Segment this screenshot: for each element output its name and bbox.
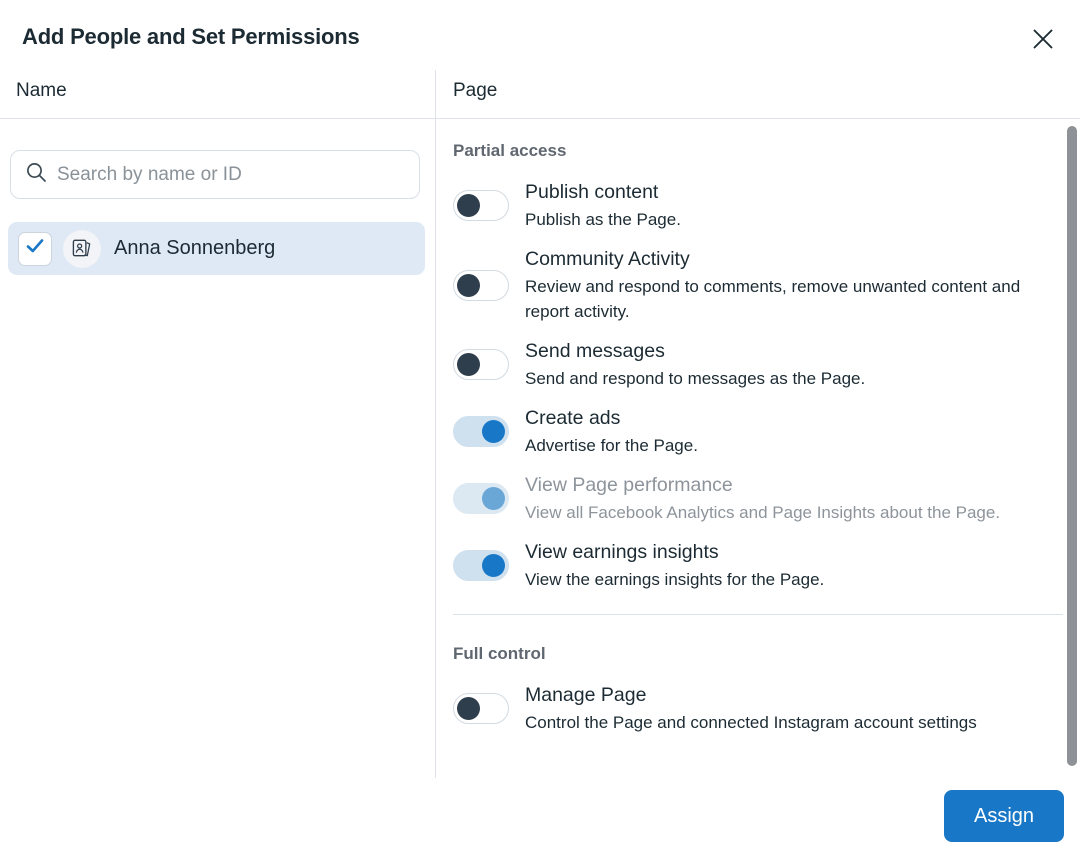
permission-description: View all Facebook Analytics and Page Ins… bbox=[525, 500, 1062, 525]
toggle-community-activity[interactable] bbox=[453, 270, 509, 301]
toggle-view-earnings-insights[interactable] bbox=[453, 550, 509, 581]
search-box[interactable] bbox=[10, 150, 420, 199]
search-icon bbox=[25, 161, 47, 188]
toggle-knob bbox=[457, 353, 480, 376]
page-title: Add People and Set Permissions bbox=[22, 24, 360, 50]
close-icon bbox=[1032, 28, 1054, 50]
permission-text: View Page performance View all Facebook … bbox=[525, 472, 1080, 525]
toggle-knob bbox=[482, 420, 505, 443]
toggle-send-messages[interactable] bbox=[453, 349, 509, 380]
section-title-partial-access: Partial access bbox=[436, 141, 1080, 161]
permission-text: Create ads Advertise for the Page. bbox=[525, 405, 1080, 458]
permission-label: Publish content bbox=[525, 179, 1062, 206]
dialog-footer: Assign bbox=[0, 778, 1080, 863]
permission-label: View earnings insights bbox=[525, 539, 1062, 566]
permission-description: Send and respond to messages as the Page… bbox=[525, 366, 1062, 391]
permission-description: Review and respond to comments, remove u… bbox=[525, 274, 1062, 324]
permission-description: Publish as the Page. bbox=[525, 207, 1062, 232]
toggle-knob bbox=[457, 194, 480, 217]
permission-text: Community Activity Review and respond to… bbox=[525, 246, 1080, 324]
permissions-panel: Partial access Publish content Publish a… bbox=[436, 119, 1080, 778]
person-checkbox[interactable] bbox=[18, 232, 52, 266]
column-headers: Name Page bbox=[0, 70, 1080, 118]
column-header-page: Page bbox=[453, 80, 497, 102]
permission-text: Publish content Publish as the Page. bbox=[525, 179, 1080, 232]
search-input[interactable] bbox=[57, 164, 405, 186]
permission-text: Manage Page Control the Page and connect… bbox=[525, 682, 1080, 735]
permission-label: Community Activity bbox=[525, 246, 1062, 273]
permission-description: Advertise for the Page. bbox=[525, 433, 1062, 458]
toggle-knob bbox=[482, 554, 505, 577]
full-control-list: Manage Page Control the Page and connect… bbox=[436, 675, 1080, 742]
permissions-scroll-content: Partial access Publish content Publish a… bbox=[436, 119, 1080, 742]
assign-button[interactable]: Assign bbox=[944, 790, 1064, 842]
permission-label: Send messages bbox=[525, 338, 1062, 365]
permission-row-community-activity: Community Activity Review and respond to… bbox=[453, 239, 1080, 331]
scrollbar-track[interactable] bbox=[1066, 126, 1078, 774]
permission-label: View Page performance bbox=[525, 472, 1062, 499]
dialog-header: Add People and Set Permissions bbox=[0, 0, 1080, 70]
toggle-cell bbox=[453, 349, 525, 380]
toggle-knob bbox=[457, 697, 480, 720]
permission-row-view-page-performance: View Page performance View all Facebook … bbox=[453, 465, 1080, 532]
toggle-cell bbox=[453, 190, 525, 221]
permission-row-view-earnings-insights: View earnings insights View the earnings… bbox=[453, 532, 1080, 599]
toggle-cell bbox=[453, 483, 525, 514]
toggle-cell bbox=[453, 416, 525, 447]
people-panel: Anna Sonnenberg bbox=[0, 119, 435, 778]
permission-row-create-ads: Create ads Advertise for the Page. bbox=[453, 398, 1080, 465]
toggle-manage-page[interactable] bbox=[453, 693, 509, 724]
toggle-cell bbox=[453, 270, 525, 301]
toggle-cell bbox=[453, 693, 525, 724]
section-divider bbox=[453, 614, 1063, 615]
toggle-publish-content[interactable] bbox=[453, 190, 509, 221]
permission-row-manage-page: Manage Page Control the Page and connect… bbox=[453, 675, 1080, 742]
person-name: Anna Sonnenberg bbox=[114, 237, 275, 260]
permission-label: Create ads bbox=[525, 405, 1062, 432]
section-title-full-control: Full control bbox=[436, 644, 1080, 664]
add-people-dialog: Add People and Set Permissions Name Page bbox=[0, 0, 1080, 863]
toggle-knob bbox=[457, 274, 480, 297]
toggle-view-page-performance bbox=[453, 483, 509, 514]
toggle-cell bbox=[453, 550, 525, 581]
close-button[interactable] bbox=[1024, 20, 1062, 58]
permission-row-publish-content: Publish content Publish as the Page. bbox=[453, 172, 1080, 239]
permission-description: View the earnings insights for the Page. bbox=[525, 567, 1062, 592]
scrollbar-thumb[interactable] bbox=[1067, 126, 1077, 766]
permission-description: Control the Page and connected Instagram… bbox=[525, 710, 1062, 735]
toggle-knob bbox=[482, 487, 505, 510]
partial-access-list: Publish content Publish as the Page. Com… bbox=[436, 172, 1080, 599]
permission-text: View earnings insights View the earnings… bbox=[525, 539, 1080, 592]
permission-text: Send messages Send and respond to messag… bbox=[525, 338, 1080, 391]
permission-label: Manage Page bbox=[525, 682, 1062, 709]
list-item[interactable]: Anna Sonnenberg bbox=[8, 222, 425, 275]
check-icon bbox=[24, 235, 46, 262]
permission-row-send-messages: Send messages Send and respond to messag… bbox=[453, 331, 1080, 398]
contact-card-icon bbox=[63, 230, 101, 268]
toggle-create-ads[interactable] bbox=[453, 416, 509, 447]
column-header-name: Name bbox=[16, 80, 67, 102]
